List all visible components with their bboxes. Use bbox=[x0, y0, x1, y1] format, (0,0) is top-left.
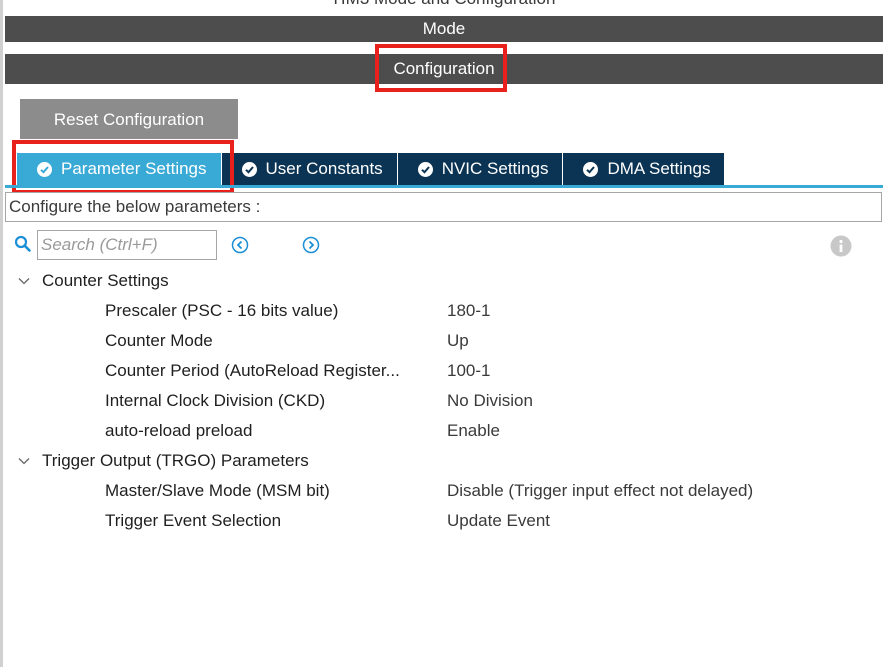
circle-chevron-right-icon[interactable] bbox=[302, 236, 320, 254]
window-title-strip: TIM3 Mode and Configuration bbox=[0, 0, 886, 14]
param-name: Trigger Event Selection bbox=[105, 511, 282, 530]
param-row-clock-division[interactable]: Internal Clock Division (CKD) No Divisio… bbox=[105, 387, 875, 415]
group-trigger-output[interactable]: Trigger Output (TRGO) Parameters bbox=[18, 447, 309, 475]
param-row-prescaler[interactable]: Prescaler (PSC - 16 bits value) 180-1 bbox=[105, 297, 875, 325]
param-value[interactable]: 180-1 bbox=[447, 297, 490, 325]
param-value[interactable]: 100-1 bbox=[447, 357, 490, 385]
check-circle-icon bbox=[583, 161, 599, 177]
param-name: Internal Clock Division (CKD) bbox=[105, 391, 326, 410]
tab-label: Parameter Settings bbox=[61, 159, 207, 178]
description-box: Configure the below parameters : bbox=[5, 192, 882, 222]
param-row-counter-period[interactable]: Counter Period (AutoReload Register... 1… bbox=[105, 357, 875, 385]
check-circle-icon bbox=[417, 161, 433, 177]
tim-configuration-panel: TIM3 Mode and Configuration Mode Configu… bbox=[0, 0, 886, 667]
mode-label: Mode bbox=[422, 19, 466, 38]
group-label: Trigger Output (TRGO) Parameters bbox=[42, 451, 309, 470]
param-value[interactable]: Up bbox=[447, 327, 469, 355]
param-name: Master/Slave Mode (MSM bit) bbox=[105, 481, 330, 500]
param-value[interactable]: No Division bbox=[447, 387, 533, 415]
param-row-master-slave-mode[interactable]: Master/Slave Mode (MSM bit) Disable (Tri… bbox=[105, 477, 875, 505]
chevron-down-icon bbox=[18, 458, 30, 465]
configuration-label: Configuration bbox=[393, 59, 495, 78]
param-value[interactable]: Enable bbox=[447, 417, 500, 445]
param-row-auto-reload-preload[interactable]: auto-reload preload Enable bbox=[105, 417, 875, 445]
tab-parameter-settings[interactable]: Parameter Settings bbox=[17, 153, 222, 185]
tab-label: NVIC Settings bbox=[441, 159, 549, 178]
param-row-trigger-event-selection[interactable]: Trigger Event Selection Update Event bbox=[105, 507, 875, 535]
param-name: Prescaler (PSC - 16 bits value) bbox=[105, 301, 339, 320]
description-text: Configure the below parameters : bbox=[9, 197, 261, 216]
param-row-counter-mode[interactable]: Counter Mode Up bbox=[105, 327, 875, 355]
tab-nvic-settings[interactable]: NVIC Settings bbox=[397, 153, 564, 185]
tab-user-constants[interactable]: User Constants bbox=[221, 153, 398, 185]
panel-left-border bbox=[0, 0, 3, 667]
search-toolbar bbox=[14, 230, 874, 260]
tab-underline bbox=[5, 185, 883, 188]
circle-chevron-left-icon[interactable] bbox=[231, 236, 249, 254]
mode-section-header[interactable]: Mode bbox=[5, 16, 883, 42]
param-name: Counter Mode bbox=[105, 331, 213, 350]
tab-label: DMA Settings bbox=[607, 159, 711, 178]
check-circle-icon bbox=[241, 161, 257, 177]
window-title: TIM3 Mode and Configuration bbox=[0, 0, 886, 9]
param-value[interactable]: Disable (Trigger input effect not delaye… bbox=[447, 477, 753, 505]
param-name: Counter Period (AutoReload Register... bbox=[105, 361, 400, 380]
tab-dma-settings[interactable]: DMA Settings bbox=[563, 153, 726, 185]
configuration-section-header[interactable]: Configuration bbox=[5, 54, 883, 84]
param-value[interactable]: Update Event bbox=[447, 507, 550, 535]
chevron-down-icon bbox=[18, 278, 30, 285]
group-label: Counter Settings bbox=[42, 271, 169, 290]
settings-tabs: Parameter Settings User Constants NVIC S… bbox=[17, 153, 726, 186]
tab-label: User Constants bbox=[265, 159, 383, 178]
info-icon[interactable] bbox=[830, 235, 852, 257]
check-circle-icon bbox=[37, 161, 52, 177]
search-icon[interactable] bbox=[14, 235, 32, 253]
param-name: auto-reload preload bbox=[105, 421, 253, 440]
search-input[interactable] bbox=[37, 230, 217, 260]
group-counter-settings[interactable]: Counter Settings bbox=[18, 267, 169, 295]
reset-configuration-button[interactable]: Reset Configuration bbox=[20, 99, 238, 139]
